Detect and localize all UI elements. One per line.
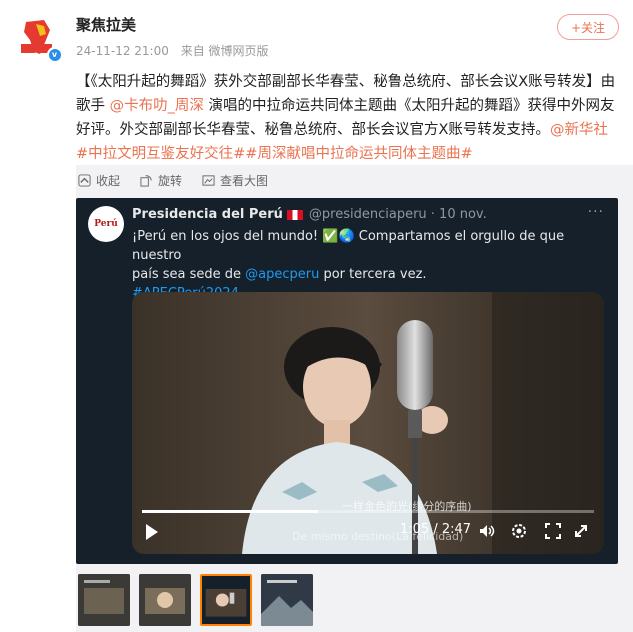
video-timecode: 1:05 / 2:47 — [400, 522, 472, 537]
view-large-icon — [202, 175, 215, 186]
tweet-author: Presidencia del Perú @presidenciaperu · 1… — [132, 207, 487, 222]
media-actions: 收起 旋转 查看大图 — [76, 168, 633, 194]
rotate-button[interactable]: 旋转 — [140, 172, 182, 189]
thumbnail-4-image — [261, 574, 313, 626]
thumbnail-2-image — [139, 574, 191, 626]
rotate-label: 旋转 — [158, 174, 183, 188]
tweet-avatar: Perú — [88, 206, 124, 242]
fullscreen-icon[interactable] — [544, 522, 562, 540]
tweet-line2-post: por tercera vez. — [319, 267, 427, 282]
settings-icon[interactable] — [510, 522, 528, 540]
video-progress-fill — [142, 510, 319, 513]
play-icon[interactable] — [146, 524, 158, 540]
post-meta: 24-11-12 21:00 来自 微博网页版 — [76, 42, 277, 59]
thumbnail-1-image — [78, 574, 130, 626]
video-frame — [132, 292, 604, 554]
tweet-line2: país sea sede de @apecperu por tercera v… — [132, 265, 602, 284]
post-source: 来自 微博网页版 — [180, 44, 269, 58]
rotate-icon — [140, 175, 152, 187]
tweet-handle: @presidenciaperu · 10 nov. — [308, 207, 487, 222]
thumbnail-4[interactable] — [261, 574, 313, 626]
expand-icon[interactable] — [572, 522, 590, 540]
collapse-button[interactable]: 收起 — [78, 172, 120, 189]
tweet-line2-pre: país sea sede de — [132, 267, 246, 282]
follow-button[interactable]: +关注 — [557, 14, 619, 40]
collapse-label: 收起 — [96, 174, 121, 188]
thumbnail-3-active[interactable] — [200, 574, 252, 626]
view-large-button[interactable]: 查看大图 — [202, 172, 268, 189]
view-large-label: 查看大图 — [220, 174, 269, 188]
thumbnail-2[interactable] — [139, 574, 191, 626]
tweet-avatar-text: Perú — [94, 219, 118, 229]
thumbnail-1[interactable] — [78, 574, 130, 626]
mention-link[interactable]: @卡布叻_周深 — [110, 98, 204, 114]
volume-icon[interactable] — [478, 522, 496, 540]
tweet-mention: @apecperu — [245, 267, 320, 282]
main-image[interactable]: Perú Presidencia del Perú @presidenciaper… — [76, 198, 618, 564]
more-options-icon: ··· — [587, 204, 604, 220]
video-controls: 1:05 / 2:47 — [132, 518, 604, 548]
video-progress-bar[interactable] — [142, 510, 594, 513]
verified-badge-icon: v — [47, 47, 62, 62]
post-text: 【《太阳升起的舞蹈》获外交部副部长华春莹、秘鲁总统府、部长会议X账号转发】由歌手… — [76, 70, 618, 166]
tweet-line1: ¡Perú en los ojos del mundo! ✅🌏 Comparta… — [132, 229, 565, 263]
tweet-author-name: Presidencia del Perú — [132, 207, 283, 222]
thumbnail-3-image — [202, 576, 250, 624]
video-player: 一样金色的光(缘分的序曲) De mismo destino(La felici… — [132, 292, 604, 554]
username[interactable]: 聚焦拉美 — [76, 14, 136, 35]
collapse-icon — [78, 174, 91, 187]
post-timestamp[interactable]: 24-11-12 21:00 — [76, 44, 169, 58]
peru-flag-icon — [286, 209, 303, 220]
